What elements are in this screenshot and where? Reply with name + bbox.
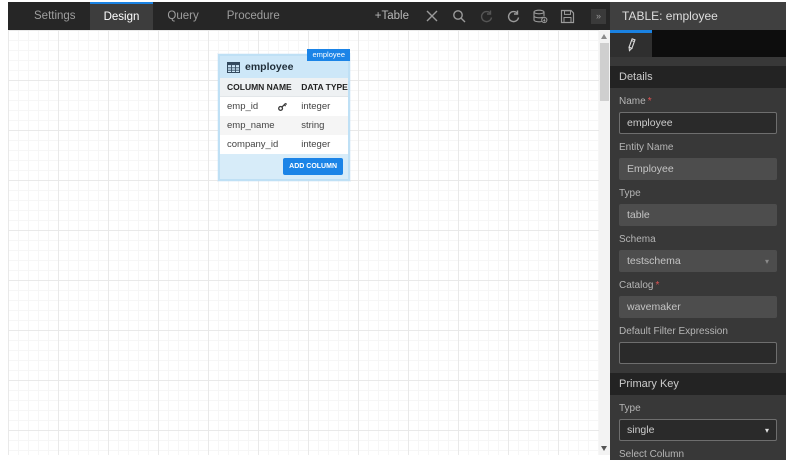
field-catalog: Catalog * <box>610 272 786 318</box>
section-details: Details <box>610 66 786 88</box>
pk-type-select[interactable]: single ▾ <box>619 419 777 441</box>
column-name: emp_id <box>227 101 259 112</box>
card-rows: emp_id integer emp_name string company_i… <box>220 97 348 154</box>
field-pk-column: Select Column emp_id ▾ <box>610 441 786 460</box>
selected-value: testschema <box>627 255 681 267</box>
app-window: Settings Design Query Procedure +Table »… <box>8 2 786 460</box>
edit-tab[interactable] <box>610 30 652 57</box>
column-row-emp-name[interactable]: emp_name string <box>220 116 348 135</box>
field-entity-name: Entity Name <box>610 134 786 180</box>
primary-key-icon <box>277 101 288 112</box>
field-label: Catalog <box>619 280 654 291</box>
field-label: Select Column <box>619 449 685 460</box>
catalog-input <box>619 296 777 318</box>
field-label: Type <box>619 403 641 414</box>
schema-select: testschema ▾ <box>619 250 777 272</box>
properties-panel: TABLE: employee Details Name * employee … <box>610 2 786 460</box>
field-schema: Schema testschema ▾ <box>610 226 786 272</box>
column-name-header: COLUMN NAME <box>227 82 292 92</box>
tab-query[interactable]: Query <box>153 2 212 30</box>
entity-badge[interactable]: employee <box>307 49 350 61</box>
field-label: Schema <box>619 234 656 245</box>
top-toolbar: Settings Design Query Procedure +Table » <box>8 2 610 30</box>
mode-tabs: Settings Design Query Procedure <box>8 2 294 30</box>
panel-collapse-button[interactable]: » <box>591 8 606 24</box>
chevron-down-icon: ▾ <box>764 425 769 435</box>
entity-card-title: employee <box>245 61 294 73</box>
tab-procedure[interactable]: Procedure <box>213 2 294 30</box>
search-icon[interactable] <box>451 8 467 24</box>
schema-canvas[interactable]: employee employee COLUMN NAME DATA TYPE <box>8 30 610 455</box>
scroll-down-icon[interactable] <box>601 446 607 451</box>
field-label: Default Filter Expression <box>619 326 728 337</box>
required-marker: * <box>647 96 652 107</box>
selected-value: single <box>627 424 655 436</box>
entity-card-footer: ADD COLUMN <box>220 154 348 179</box>
undo-icon[interactable] <box>478 8 494 24</box>
required-marker: * <box>655 280 660 291</box>
column-type: integer <box>301 101 331 112</box>
column-name: company_id <box>227 139 279 150</box>
field-pk-type: Type single ▾ <box>610 395 786 441</box>
section-primary-key: Primary Key <box>610 373 786 395</box>
field-name: Name * <box>610 88 786 134</box>
redo-icon[interactable] <box>505 8 521 24</box>
toolbar-actions: +Table » <box>375 2 610 30</box>
scroll-up-icon[interactable] <box>601 34 607 39</box>
tab-design[interactable]: Design <box>89 2 154 30</box>
panel-tabs <box>610 30 786 57</box>
canvas-vertical-scrollbar[interactable] <box>599 30 610 455</box>
add-table-button[interactable]: +Table <box>375 10 409 22</box>
data-type-header: DATA TYPE <box>301 82 348 92</box>
field-label: Name <box>619 96 646 107</box>
name-input[interactable] <box>619 112 777 134</box>
column-name: emp_name <box>227 120 275 131</box>
entity-card-employee[interactable]: employee employee COLUMN NAME DATA TYPE <box>218 49 350 181</box>
add-column-button[interactable]: ADD COLUMN <box>283 158 343 175</box>
column-row-emp-id[interactable]: emp_id integer <box>220 97 348 116</box>
field-label: Type <box>619 188 641 199</box>
panel-body: Details Name* Entity Name Type Schema te… <box>610 57 786 460</box>
tab-settings[interactable]: Settings <box>20 2 90 30</box>
column-type: integer <box>301 139 331 150</box>
field-type: Type <box>610 180 786 226</box>
card-column-headers: COLUMN NAME DATA TYPE <box>220 78 348 97</box>
type-input <box>619 204 777 226</box>
cancel-icon[interactable] <box>424 8 440 24</box>
panel-title: TABLE: employee <box>610 2 786 30</box>
column-row-company-id[interactable]: company_id integer <box>220 135 348 154</box>
export-db-icon[interactable] <box>532 8 548 24</box>
designer-area: Settings Design Query Procedure +Table »… <box>8 2 610 460</box>
entity-name-input <box>619 158 777 180</box>
chevron-down-icon: ▾ <box>764 256 769 266</box>
pencil-icon <box>625 38 638 52</box>
field-label: Entity Name <box>619 142 674 153</box>
field-default-filter: Default Filter Expression <box>610 318 786 364</box>
table-grid-icon <box>227 61 240 73</box>
scrollbar-thumb[interactable] <box>600 43 609 101</box>
save-icon[interactable] <box>559 8 575 24</box>
default-filter-input[interactable] <box>619 342 777 364</box>
column-type: string <box>301 120 325 131</box>
